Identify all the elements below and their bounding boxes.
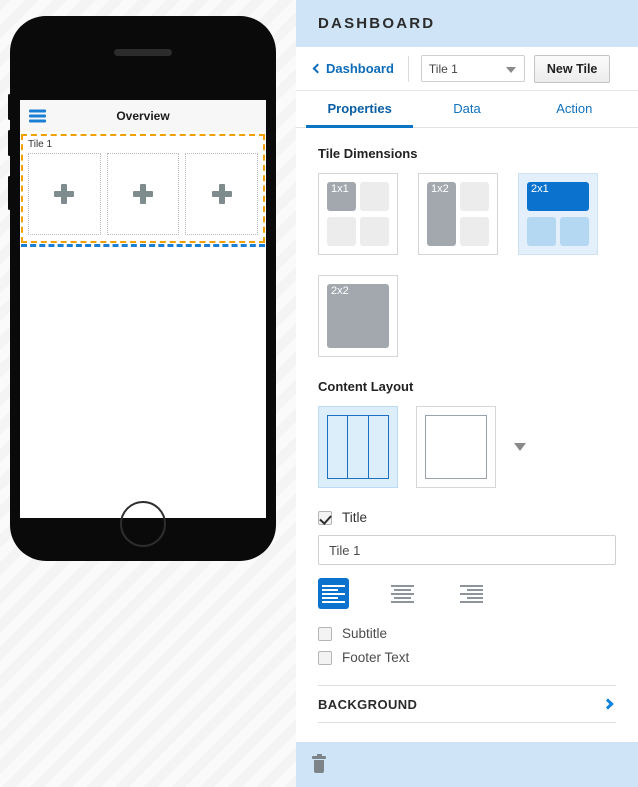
trash-icon[interactable] bbox=[312, 754, 326, 773]
divider bbox=[407, 55, 409, 82]
content-layout-options bbox=[318, 406, 616, 488]
title-toggle-row: Title bbox=[318, 510, 616, 525]
tile-cell-placeholder[interactable] bbox=[28, 153, 101, 235]
tile-drop-indicator bbox=[21, 244, 265, 247]
dim-cell bbox=[327, 216, 356, 246]
phone-mockup: Overview Tile 1 bbox=[8, 16, 276, 561]
dim-cell bbox=[460, 216, 489, 246]
plus-icon bbox=[211, 184, 232, 204]
chevron-right-icon bbox=[602, 698, 614, 710]
tile-select-dropdown[interactable]: Tile 1 bbox=[420, 55, 525, 82]
footer-text-toggle-row: Footer Text bbox=[318, 650, 616, 665]
phone-home-button bbox=[120, 501, 166, 547]
tab-properties[interactable]: Properties bbox=[306, 91, 414, 128]
subtitle-checkbox[interactable] bbox=[318, 626, 332, 641]
preview-tile-selected[interactable]: Tile 1 bbox=[21, 134, 265, 243]
tile-cell-placeholder[interactable] bbox=[185, 153, 259, 235]
device-preview-pane: Overview Tile 1 bbox=[0, 0, 296, 787]
subtitle-toggle-row: Subtitle bbox=[318, 626, 616, 641]
new-tile-button[interactable]: New Tile bbox=[533, 54, 611, 83]
dim-cell bbox=[360, 216, 389, 246]
tile-dimension-label-1x1: 1x1 bbox=[327, 182, 356, 212]
align-center-icon[interactable] bbox=[387, 578, 418, 609]
phone-side-button bbox=[8, 176, 11, 210]
tile-dimension-label-2x2: 2x2 bbox=[327, 284, 389, 348]
preview-tile-label: Tile 1 bbox=[28, 139, 53, 150]
plus-icon bbox=[133, 184, 153, 204]
tab-action[interactable]: Action bbox=[521, 91, 628, 128]
tile-dimension-option-1x2[interactable]: 1x2 bbox=[418, 173, 498, 255]
back-link-label: Dashboard bbox=[326, 61, 394, 76]
page-title: DASHBOARD bbox=[318, 15, 436, 32]
phone-volume-down-button bbox=[8, 130, 11, 156]
dim-cell bbox=[460, 182, 489, 212]
tile-dimensions-options: 1x1 1x2 2x1 bbox=[318, 173, 616, 255]
phone-volume-up-button bbox=[8, 94, 11, 120]
dim-cell bbox=[560, 216, 589, 246]
title-checkbox-label: Title bbox=[342, 510, 368, 525]
preview-tile-cells bbox=[27, 151, 259, 235]
title-input[interactable] bbox=[318, 535, 616, 565]
chevron-left-icon bbox=[312, 63, 323, 74]
chevron-down-icon bbox=[505, 66, 516, 73]
preview-tile-area: Tile 1 bbox=[20, 134, 266, 247]
tile-dimensions-title: Tile Dimensions bbox=[318, 146, 418, 161]
tile-select-value: Tile 1 bbox=[428, 61, 458, 76]
tile-dimension-label-2x1: 2x1 bbox=[527, 182, 589, 212]
inspector-footer-bar bbox=[296, 742, 638, 787]
footer-text-checkbox[interactable] bbox=[318, 650, 332, 665]
breadcrumb: Dashboard Tile 1 New Tile bbox=[296, 47, 638, 91]
dim-cell bbox=[527, 216, 556, 246]
tile-cell-placeholder[interactable] bbox=[106, 153, 180, 235]
preview-app-bar: Overview bbox=[20, 100, 266, 132]
align-right-icon[interactable] bbox=[456, 578, 487, 609]
tab-data[interactable]: Data bbox=[413, 91, 520, 128]
tile-dimension-option-2x1[interactable]: 2x1 bbox=[518, 173, 598, 255]
background-section-header[interactable]: BACKGROUND bbox=[318, 685, 616, 723]
text-alignment-group bbox=[318, 578, 616, 609]
footer-text-label: Footer Text bbox=[342, 650, 410, 665]
tile-dimension-label-1x2: 1x2 bbox=[427, 182, 456, 246]
panel-header: DASHBOARD bbox=[296, 0, 638, 47]
content-layout-option-three-column[interactable] bbox=[318, 406, 398, 488]
plus-icon bbox=[54, 184, 75, 204]
phone-screen: Overview Tile 1 bbox=[20, 100, 266, 518]
back-to-dashboard-link[interactable]: Dashboard bbox=[312, 61, 394, 76]
inspector-tabs: Properties Data Action bbox=[296, 91, 638, 128]
tile-dimensions-options-row2: 2x2 bbox=[318, 275, 616, 357]
background-section-title: BACKGROUND bbox=[318, 696, 418, 712]
hamburger-menu-icon[interactable] bbox=[29, 109, 46, 123]
preview-app-title: Overview bbox=[116, 109, 170, 123]
tile-dimension-option-1x1[interactable]: 1x1 bbox=[318, 173, 398, 255]
inspector-content: Tile Dimensions 1x1 1x2 2x1 2x2 Content … bbox=[296, 128, 638, 742]
chevron-down-icon[interactable] bbox=[514, 443, 526, 451]
inspector-panel: DASHBOARD Dashboard Tile 1 New Tile Prop… bbox=[296, 0, 638, 787]
title-checkbox[interactable] bbox=[318, 510, 332, 525]
phone-speaker bbox=[114, 49, 172, 56]
align-left-icon[interactable] bbox=[318, 578, 349, 609]
content-layout-title: Content Layout bbox=[318, 379, 414, 394]
content-layout-option-single-cell[interactable] bbox=[416, 406, 496, 488]
dim-cell bbox=[360, 182, 389, 212]
tile-dimension-option-2x2[interactable]: 2x2 bbox=[318, 275, 398, 357]
subtitle-label: Subtitle bbox=[342, 626, 388, 641]
